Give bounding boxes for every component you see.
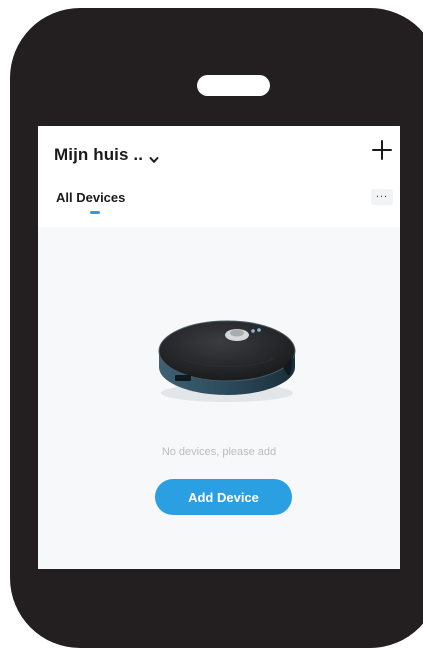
home-switcher[interactable]: Mijn huis .. <box>54 143 159 167</box>
empty-state-message: No devices, please add <box>161 446 277 458</box>
app-screen: Mijn huis .. All Devices ... No devices,… <box>38 126 400 569</box>
tab-indicator <box>90 211 100 214</box>
more-options-button[interactable]: ... <box>371 189 393 205</box>
header: Mijn huis .. All Devices ... <box>38 126 400 227</box>
tab-all-devices[interactable]: All Devices <box>56 190 125 205</box>
more-icon: ... <box>375 188 389 200</box>
add-home-button[interactable] <box>370 138 394 162</box>
phone-speaker <box>197 75 270 96</box>
home-name: Mijn huis .. <box>54 145 144 164</box>
plus-icon <box>372 140 392 160</box>
robot-vacuum-image <box>153 309 301 404</box>
add-device-button[interactable]: Add Device <box>155 479 292 515</box>
chevron-down-icon <box>149 151 159 163</box>
